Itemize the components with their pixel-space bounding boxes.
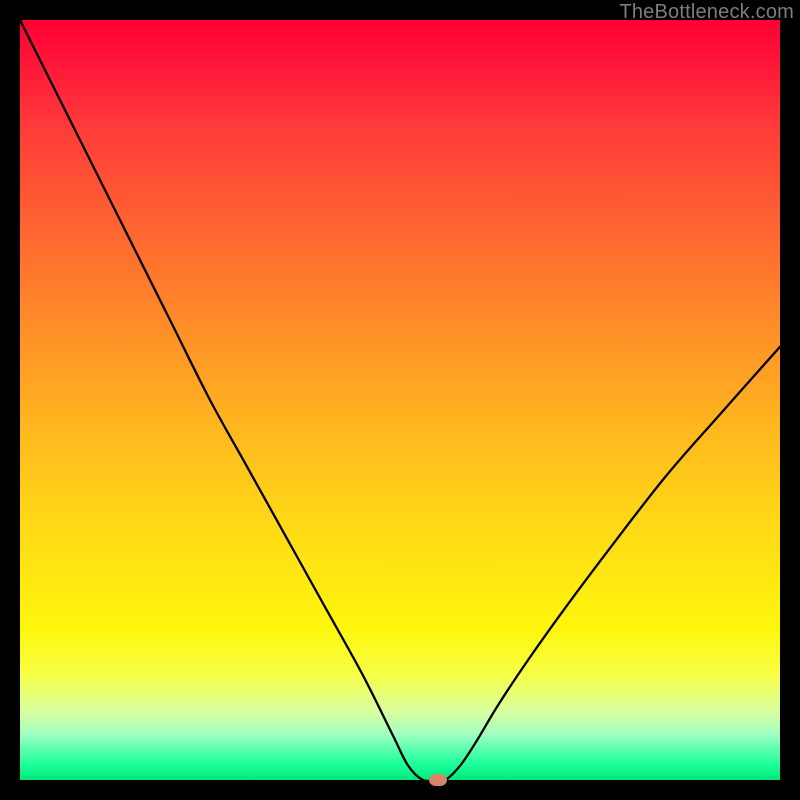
attribution-label: TheBottleneck.com — [619, 1, 794, 24]
bottleneck-curve — [20, 20, 780, 780]
optimal-point-marker — [429, 774, 447, 786]
plot-area — [20, 20, 780, 780]
chart-frame: TheBottleneck.com — [0, 0, 800, 800]
